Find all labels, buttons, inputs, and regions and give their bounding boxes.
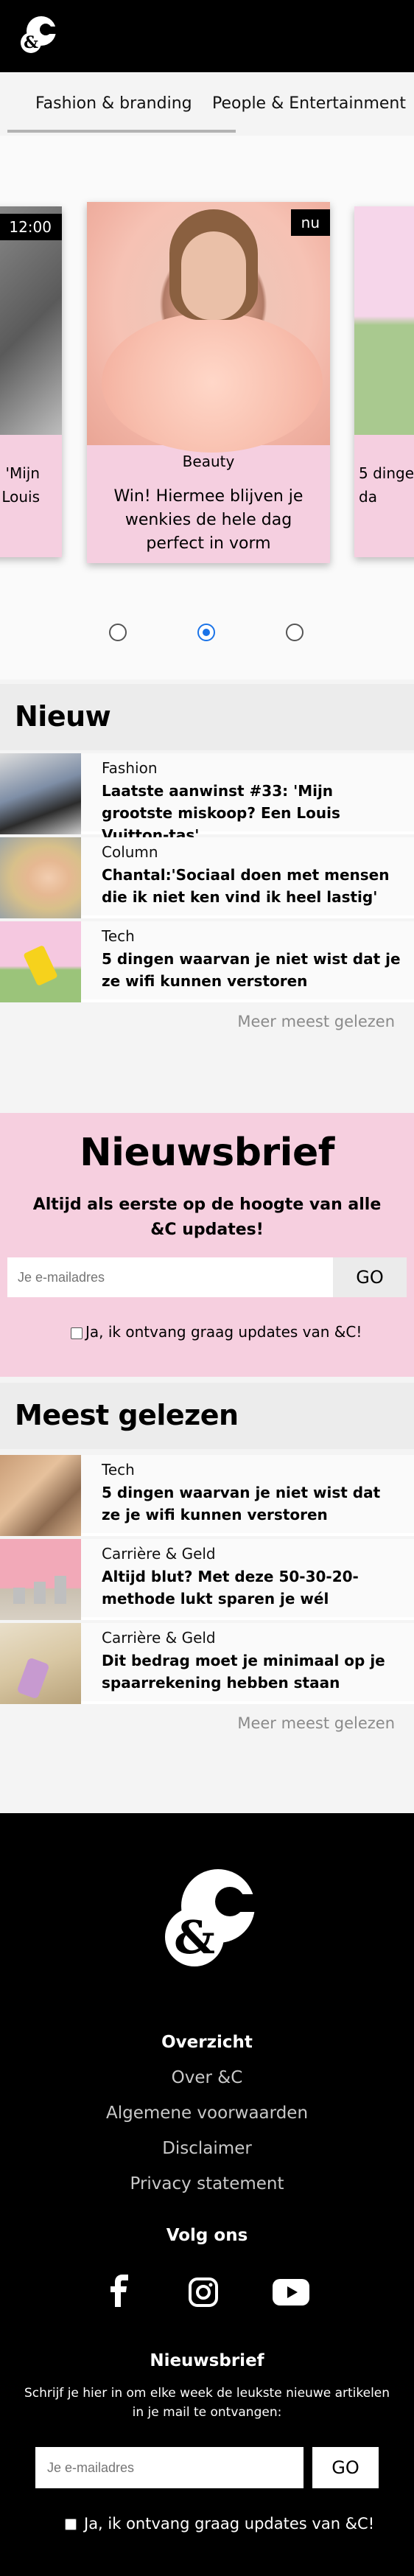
carousel-card-previous[interactable]: 12:00 3: 'Mijn n Louis xyxy=(0,206,62,557)
footer-follow-heading: Volg ons xyxy=(166,2226,248,2245)
featured-carousel: 12:00 3: 'Mijn n Louis nu Beauty Win! Hi… xyxy=(0,136,414,680)
carousel-dot-2[interactable] xyxy=(197,624,215,641)
meest-gelezen-section-header: Meest gelezen xyxy=(0,1383,414,1449)
card-category: Beauty xyxy=(182,453,235,470)
list-item[interactable]: Tech 5 dingen waarvan je niet wist dat j… xyxy=(0,921,414,1002)
facebook-icon[interactable] xyxy=(108,2275,130,2307)
article-thumbnail xyxy=(0,1623,81,1704)
card-title: 3: 'Mijn n Louis xyxy=(0,464,40,506)
more-link[interactable]: Meer meest gelezen xyxy=(237,1714,395,1732)
ampersand-c-logo[interactable]: & xyxy=(15,13,59,57)
card-title: Win! Hiermee blijven je wenkies de hele … xyxy=(113,487,304,553)
list-item[interactable]: Carrière & Geld Dit bedrag moet je minim… xyxy=(0,1623,414,1704)
article-thumbnail xyxy=(0,921,81,1002)
footer-newsletter-text: Schrijf je hier in om elke week de leuks… xyxy=(24,2386,390,2420)
more-link[interactable]: Meer meest gelezen xyxy=(237,1013,395,1030)
article-thumbnail xyxy=(0,1455,81,1536)
tab-people-entertainment[interactable]: People & Entertainment xyxy=(212,94,406,113)
article-thumbnail xyxy=(0,753,81,834)
footer-link-privacy[interactable]: Privacy statement xyxy=(0,2174,414,2193)
list-item[interactable]: Column Chantal:'Sociaal doen met mensen … xyxy=(0,837,414,918)
consent-checkbox[interactable] xyxy=(71,1327,83,1339)
footer-link-over[interactable]: Over &C xyxy=(0,2068,414,2087)
carousel-card-next[interactable]: 5 dinge da xyxy=(354,206,414,557)
carousel-card-active[interactable]: nu Beauty Win! Hiermee blijven je wenkie… xyxy=(87,202,330,563)
tab-fashion-branding[interactable]: Fashion & branding xyxy=(35,94,192,113)
newsletter-title: Nieuwsbrief xyxy=(80,1131,334,1175)
footer-email-input[interactable] xyxy=(35,2447,304,2488)
article-category: Tech xyxy=(102,1461,135,1479)
article-title: 5 dingen waarvan je niet wist dat ze je … xyxy=(102,1484,381,1523)
svg-text:&: & xyxy=(24,33,38,52)
youtube-icon[interactable] xyxy=(273,2279,309,2306)
carousel-dot-1[interactable] xyxy=(109,624,127,641)
consent-label: Ja, ik ontvang graag updates van &C! xyxy=(85,1323,362,1341)
article-category: Column xyxy=(102,843,158,861)
footer-consent: Ja, ik ontvang graag updates van &C! xyxy=(65,2515,374,2533)
site-footer: & Overzicht Over &C Algemene voorwaarden… xyxy=(0,1813,414,2576)
article-title: 5 dingen waarvan je niet wist dat je ze … xyxy=(102,950,401,990)
article-category: Fashion xyxy=(102,759,158,777)
card-image xyxy=(354,206,414,435)
newsletter-subtitle: Altijd als eerste op de hoogte van alle … xyxy=(32,1195,382,1239)
article-title: Altijd blut? Met deze 50-30-20-methode l… xyxy=(102,1568,359,1608)
article-category: Tech xyxy=(102,927,135,945)
footer-link-disclaimer[interactable]: Disclaimer xyxy=(0,2139,414,2158)
email-input[interactable] xyxy=(7,1257,333,1297)
time-badge: nu xyxy=(290,209,330,236)
article-category: Carrière & Geld xyxy=(102,1629,216,1647)
card-image xyxy=(87,202,330,453)
article-thumbnail xyxy=(0,837,81,918)
footer-overview-heading: Overzicht xyxy=(161,2033,253,2052)
svg-text:&: & xyxy=(174,1910,215,1964)
list-item[interactable]: Carrière & Geld Altijd blut? Met deze 50… xyxy=(0,1539,414,1620)
article-title: Dit bedrag moet je minimaal op je spaarr… xyxy=(102,1652,385,1692)
article-title: Laatste aanwinst #33: 'Mijn grootste mis… xyxy=(102,782,340,844)
footer-consent-checkbox[interactable] xyxy=(65,2519,77,2530)
top-bar: & xyxy=(0,0,414,72)
newsletter-section: Nieuwsbrief Altijd als eerste op de hoog… xyxy=(0,1113,414,1377)
list-item[interactable]: Fashion Laatste aanwinst #33: 'Mijn groo… xyxy=(0,753,414,844)
newsletter-consent: Ja, ik ontvang graag updates van &C! xyxy=(71,1323,362,1341)
carousel-dot-3[interactable] xyxy=(286,624,304,641)
active-tab-indicator xyxy=(7,130,236,133)
footer-newsletter-heading: Nieuwsbrief xyxy=(150,2351,264,2370)
go-button[interactable]: GO xyxy=(333,1257,407,1297)
ampersand-c-logo[interactable]: & xyxy=(161,1863,256,1974)
category-tabs: Fashion & branding People & Entertainmen… xyxy=(0,72,414,136)
footer-consent-label: Ja, ik ontvang graag updates van &C! xyxy=(84,2515,375,2533)
feather-boa xyxy=(102,313,323,453)
instagram-icon[interactable] xyxy=(189,2277,218,2307)
card-title: 5 dinge da xyxy=(359,464,414,506)
list-item[interactable]: Tech 5 dingen waarvan je niet wist dat z… xyxy=(0,1455,414,1536)
article-category: Carrière & Geld xyxy=(102,1545,216,1563)
article-thumbnail xyxy=(0,1539,81,1620)
article-title: Chantal:'Sociaal doen met mensen die ik … xyxy=(102,866,390,906)
footer-link-voorwaarden[interactable]: Algemene voorwaarden xyxy=(0,2104,414,2123)
card-image xyxy=(0,206,62,435)
section-title: Meest gelezen xyxy=(15,1399,239,1431)
section-title: Nieuw xyxy=(15,700,111,733)
time-badge: 12:00 xyxy=(0,214,62,240)
nieuw-section-header: Nieuw xyxy=(0,684,414,750)
footer-go-button[interactable]: GO xyxy=(312,2447,379,2488)
model-face xyxy=(181,231,246,320)
